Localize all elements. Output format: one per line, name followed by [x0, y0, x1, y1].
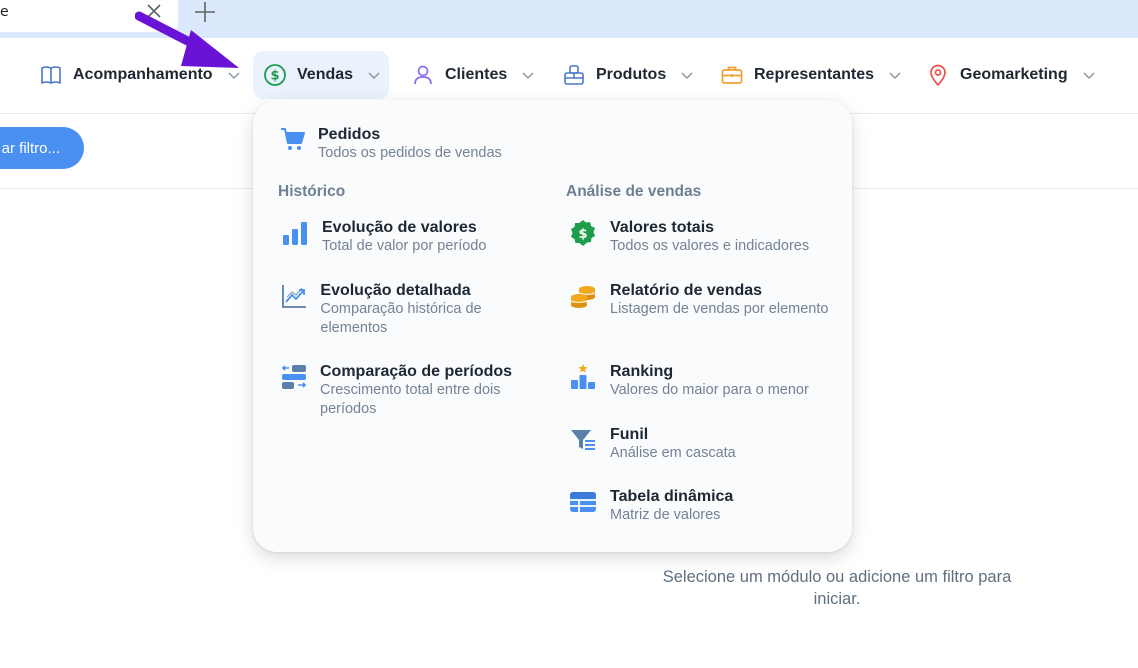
menu-item-title: Tabela dinâmica — [610, 488, 734, 505]
chevron-down-icon — [888, 68, 902, 82]
section-title-analise: Análise de vendas — [566, 183, 702, 200]
menu-item-desc: Valores do maior para o menor — [610, 382, 809, 398]
trend-chart-icon — [280, 281, 308, 311]
menu-item-desc: Listagem de vendas por elemento — [610, 301, 829, 317]
menu-item-evolucao-valores[interactable]: Evolução de valores Total de valor por p… — [280, 218, 540, 256]
menu-item-title: Pedidos — [318, 126, 381, 143]
menu-item-title: Comparação de períodos — [320, 363, 513, 380]
chevron-down-icon — [521, 68, 535, 82]
menu-item-desc: Comparação histórica de elementos — [320, 301, 482, 336]
chevron-down-icon — [680, 68, 694, 82]
menu-item-title: Relatório de vendas — [610, 282, 763, 299]
browser-tab-title: e — [0, 4, 9, 20]
nav-label: Vendas — [297, 66, 354, 83]
chevron-down-icon — [367, 68, 381, 82]
empty-state-message: Selecione um módulo ou adicione um filtr… — [662, 568, 1012, 608]
section-title-historico: Histórico — [278, 183, 346, 200]
menu-item-desc: Crescimento total entre dois períodos — [320, 382, 501, 417]
nav-label: Clientes — [445, 66, 508, 83]
menu-item-pedidos[interactable]: Pedidos Todos os pedidos de vendas — [278, 124, 502, 163]
nav-item-geomarketing[interactable]: Geomarketing — [916, 51, 1106, 99]
nav-item-representantes[interactable]: Representantes — [710, 51, 912, 99]
nav-label: Representantes — [754, 66, 875, 83]
coins-icon — [568, 281, 598, 311]
menu-item-desc: Todos os pedidos de vendas — [318, 145, 502, 161]
menu-item-title: Valores totais — [610, 219, 715, 236]
briefcase-icon — [720, 63, 744, 87]
dollar-badge-icon: $ — [568, 218, 598, 248]
nav-label: Geomarketing — [960, 66, 1068, 83]
menu-item-title: Funil — [610, 426, 649, 443]
person-icon — [411, 63, 435, 87]
menu-item-title: Evolução detalhada — [320, 282, 471, 299]
nav-item-vendas[interactable]: $ Vendas — [253, 51, 389, 99]
menu-item-desc: Análise em cascata — [610, 445, 736, 461]
table-icon — [568, 487, 598, 517]
bar-chart-icon — [280, 218, 310, 248]
vendas-dropdown-menu: Pedidos Todos os pedidos de vendas Histó… — [253, 100, 852, 552]
book-icon — [39, 63, 63, 87]
menu-item-title: Ranking — [610, 363, 674, 380]
menu-item-desc: Todos os valores e indicadores — [610, 238, 810, 254]
nav-item-clientes[interactable]: Clientes — [401, 51, 545, 99]
menu-item-comparacao-periodos[interactable]: Comparação de períodos Crescimento total… — [280, 362, 540, 418]
menu-item-desc: Matriz de valores — [610, 507, 721, 523]
nav-label: Produtos — [596, 66, 667, 83]
map-pin-icon — [926, 63, 950, 87]
menu-item-valores-totais[interactable]: $ Valores totais Todos os valores e indi… — [568, 218, 838, 256]
svg-text:$: $ — [270, 69, 279, 84]
menu-item-tabela-dinamica[interactable]: Tabela dinâmica Matriz de valores — [568, 487, 838, 525]
funnel-icon — [568, 425, 598, 455]
svg-text:$: $ — [578, 227, 587, 242]
menu-item-evolucao-detalhada[interactable]: Evolução detalhada Comparação histórica … — [280, 281, 540, 337]
menu-item-ranking[interactable]: Ranking Valores do maior para o menor — [568, 362, 838, 400]
box-icon — [562, 63, 586, 87]
menu-item-title: Evolução de valores — [322, 219, 477, 236]
annotation-arrow-icon — [135, 11, 239, 68]
menu-item-desc: Total de valor por período — [322, 238, 487, 254]
menu-item-relatorio-vendas[interactable]: Relatório de vendas Listagem de vendas p… — [568, 281, 838, 319]
cart-icon — [278, 124, 308, 154]
dollar-circle-icon: $ — [263, 63, 287, 87]
ranking-icon — [568, 362, 598, 392]
add-filter-button[interactable]: ar filtro... — [0, 127, 84, 169]
compare-icon — [280, 362, 308, 392]
chevron-down-icon — [1082, 68, 1096, 82]
menu-item-funil[interactable]: Funil Análise em cascata — [568, 425, 838, 463]
nav-item-produtos[interactable]: Produtos — [552, 51, 704, 99]
